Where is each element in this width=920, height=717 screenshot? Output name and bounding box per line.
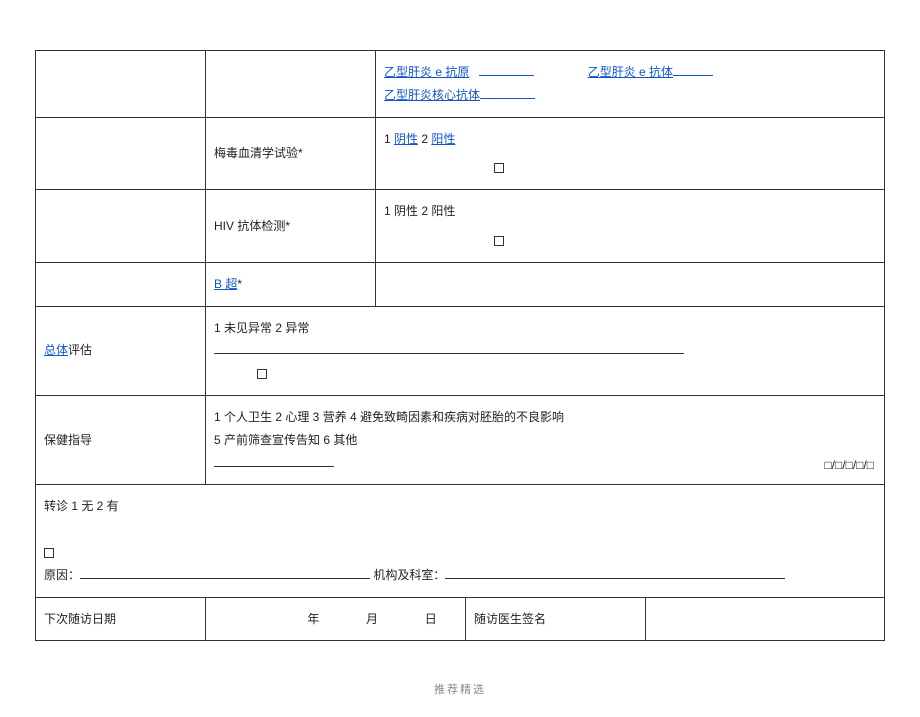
table-row: B 超* xyxy=(36,262,885,306)
overall-eval-options: 1 未见异常 2 异常 xyxy=(206,306,885,395)
table-row: 下次随访日期 年 月 日 随访医生签名 xyxy=(36,598,885,641)
checkbox-icon[interactable] xyxy=(494,163,504,173)
checkbox-icon[interactable] xyxy=(257,369,267,379)
next-visit-date: 年 月 日 xyxy=(206,598,466,641)
hbc-antibody-link[interactable]: 乙型肝炎核心抗体 xyxy=(384,88,480,102)
next-visit-label: 下次随访日期 xyxy=(36,598,206,641)
table-row: 总体评估 1 未见异常 2 异常 xyxy=(36,306,885,395)
table-row: 保健指导 1 个人卫生 2 心理 3 营养 4 避免致畸因素和疾病对胚胎的不良影… xyxy=(36,395,885,484)
health-guidance-label: 保健指导 xyxy=(36,395,206,484)
hiv-label: HIV 抗体检测* xyxy=(206,190,376,263)
doctor-sign-field[interactable] xyxy=(646,598,885,641)
overall-eval-label: 总体评估 xyxy=(36,306,206,395)
reason-label: 原因： xyxy=(44,568,80,582)
overall-link[interactable]: 总体 xyxy=(44,343,68,357)
checkbox-group: □/□/□/□/□ xyxy=(824,454,874,477)
b-ultrasound-link[interactable]: B 超 xyxy=(214,277,237,291)
table-row: 转诊 1 无 2 有 原因： 机构及科室： xyxy=(36,485,885,597)
footer-note: 推荐精选 xyxy=(35,681,885,697)
hiv-options: 1 阴性 2 阳性 xyxy=(376,190,885,263)
followup-table: 下次随访日期 年 月 日 随访医生签名 xyxy=(35,598,885,642)
hepatitis-cell: 乙型肝炎 e 抗原 乙型肝炎 e 抗体 乙型肝炎核心抗体 xyxy=(376,51,885,118)
table-row: HIV 抗体检测* 1 阴性 2 阳性 xyxy=(36,190,885,263)
table-row: 梅毒血清学试验* 1 阴性 2 阳性 xyxy=(36,117,885,190)
checkbox-icon[interactable] xyxy=(494,236,504,246)
hbe-antigen-link[interactable]: 乙型肝炎 e 抗原 xyxy=(384,65,469,79)
negative-link[interactable]: 阴性 xyxy=(394,132,418,146)
table-row: 乙型肝炎 e 抗原 乙型肝炎 e 抗体 乙型肝炎核心抗体 xyxy=(36,51,885,118)
medical-form-table: 乙型肝炎 e 抗原 乙型肝炎 e 抗体 乙型肝炎核心抗体 梅毒血清学试验* 1 … xyxy=(35,50,885,598)
referral-cell: 转诊 1 无 2 有 原因： 机构及科室： xyxy=(36,485,885,597)
syphilis-options: 1 阴性 2 阳性 xyxy=(376,117,885,190)
positive-link[interactable]: 阳性 xyxy=(431,132,455,146)
checkbox-icon[interactable] xyxy=(44,548,54,558)
health-guidance-options: 1 个人卫生 2 心理 3 营养 4 避免致畸因素和疾病对胚胎的不良影响 5 产… xyxy=(206,395,885,484)
syphilis-label: 梅毒血清学试验* xyxy=(206,117,376,190)
hbe-antibody-link[interactable]: 乙型肝炎 e 抗体 xyxy=(588,65,673,79)
institution-label: 机构及科室： xyxy=(373,568,445,582)
bscan-label: B 超* xyxy=(206,262,376,306)
doctor-sign-label: 随访医生签名 xyxy=(466,598,646,641)
